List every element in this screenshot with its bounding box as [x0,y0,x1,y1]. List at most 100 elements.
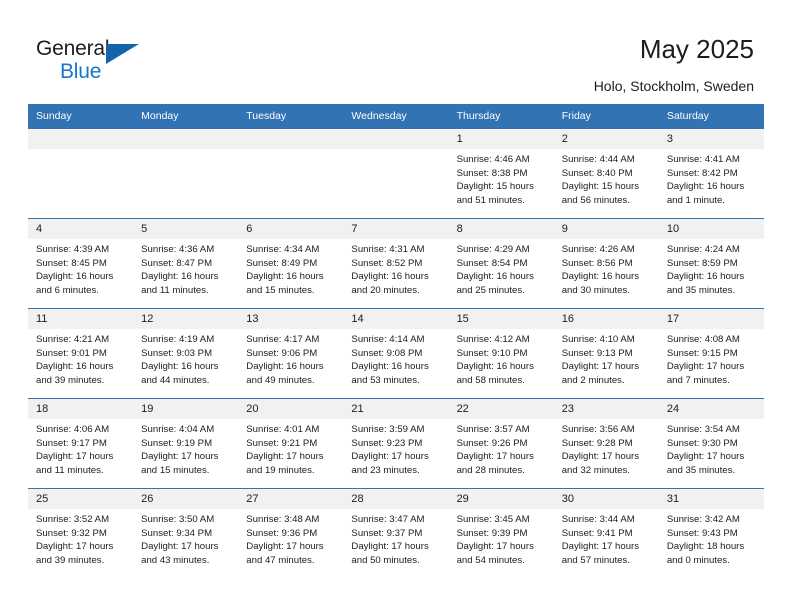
calendar-day-cell[interactable]: 18 Sunrise: 4:06 AM Sunset: 9:17 PM Dayligh… [28,398,134,489]
calendar-day-cell[interactable]: 17 Sunrise: 4:08 AM Sunset: 9:15 PM Dayligh… [658,308,764,399]
page-header: General Blue May 2025 Holo, Stockholm, S… [0,0,792,103]
logo-text-blue: Blue [60,60,102,83]
day-number: 8 [448,219,554,239]
day-detail-line: Daylight: 17 hours [561,451,640,463]
day-number: 18 [28,399,134,419]
day-detail-line: Sunrise: 4:46 AM [456,154,530,165]
calendar-day-cell[interactable]: 3 Sunrise: 4:41 AM Sunset: 8:42 PM Daylight… [658,128,764,219]
day-detail-line: Daylight: 17 hours [456,451,534,463]
day-detail-line: Daylight: 15 hours [456,181,534,193]
calendar-day-cell[interactable]: 1 Sunrise: 4:46 AM Sunset: 8:38 PM Daylight… [448,128,554,219]
day-detail-line: Sunset: 9:21 PM [246,437,318,449]
day-detail-line: and 1 minute. [666,194,725,206]
day-detail-line: Sunrise: 4:19 AM [141,334,215,345]
calendar-day-cell[interactable]: 15 Sunrise: 4:12 AM Sunset: 9:10 PM Dayligh… [448,308,554,399]
day-number: 26 [133,489,239,509]
sunrise-sunset-calendar: Sunday Monday Tuesday Wednesday Thursday Frid… [28,104,764,578]
day-number: 2 [553,129,659,149]
day-detail-line: Sunset: 9:19 PM [141,437,213,449]
calendar-day-cell[interactable]: 13 Sunrise: 4:17 AM Sunset: 9:06 PM Dayligh… [238,308,344,399]
calendar-day-cell[interactable]: 9 Sunrise: 4:26 AM Sunset: 8:56 PM Daylight… [553,218,659,309]
calendar-day-cell[interactable]: 21 Sunrise: 3:59 AM Sunset: 9:23 PM Dayligh… [343,398,449,489]
day-number: 15 [448,309,554,329]
day-detail-line: Daylight: 16 hours [666,271,745,283]
day-detail-line: Sunrise: 3:54 AM [666,424,740,435]
day-detail-line: Sunset: 8:42 PM [666,167,738,179]
calendar-day-cell[interactable]: 20 Sunrise: 4:01 AM Sunset: 9:21 PM Dayligh… [238,398,344,489]
day-detail-line: Sunset: 9:34 PM [141,527,213,539]
calendar-day-cell[interactable]: 25 Sunrise: 3:52 AM Sunset: 9:32 PM Dayligh… [28,488,134,578]
calendar-day-cell[interactable]: 24 Sunrise: 3:54 AM Sunset: 9:30 PM Dayligh… [658,398,764,489]
calendar-day-cell[interactable]: 19 Sunrise: 4:04 AM Sunset: 9:19 PM Dayligh… [133,398,239,489]
day-number: 10 [658,219,764,239]
day-number: 31 [658,489,764,509]
day-number: 13 [238,309,344,329]
day-detail-line: Daylight: 17 hours [456,541,534,553]
calendar-day-cell[interactable]: 5 Sunrise: 4:36 AM Sunset: 8:47 PM Daylight… [133,218,239,309]
calendar-day-cell[interactable]: 7 Sunrise: 4:31 AM Sunset: 8:52 PM Daylight… [343,218,449,309]
calendar-day-cell[interactable]: 12 Sunrise: 4:19 AM Sunset: 9:03 PM Dayligh… [133,308,239,399]
calendar-day-cell[interactable]: 10 Sunrise: 4:24 AM Sunset: 8:59 PM Dayligh… [658,218,764,309]
calendar-day-cell[interactable]: 6 Sunrise: 4:34 AM Sunset: 8:49 PM Daylight… [238,218,344,309]
calendar-day-cell[interactable]: 11 Sunrise: 4:21 AM Sunset: 9:01 PM Dayligh… [28,308,134,399]
day-detail-line: and 39 minutes. [36,374,105,386]
calendar-week-row: 4 Sunrise: 4:39 AM Sunset: 8:45 PM Daylight… [28,218,764,309]
calendar-day-cell-empty [238,128,344,219]
day-detail-line: Sunrise: 4:34 AM [246,244,320,255]
day-detail-line: Daylight: 17 hours [36,451,114,463]
day-number: 30 [553,489,659,509]
calendar-week-row: 1 Sunrise: 4:46 AM Sunset: 8:38 PM Daylight… [28,128,764,219]
calendar-day-cell[interactable]: 23 Sunrise: 3:56 AM Sunset: 9:28 PM Dayligh… [553,398,659,489]
weekday-header-friday: Friday [553,104,659,129]
day-number: 27 [238,489,344,509]
calendar-day-cell[interactable]: 8 Sunrise: 4:29 AM Sunset: 8:54 PM Daylight… [448,218,554,309]
day-details: Sunrise: 4:26 AM Sunset: 8:56 PM Daylight:… [554,239,659,297]
day-detail-line: and 58 minutes. [456,374,525,386]
day-detail-line: and 35 minutes. [666,464,736,476]
day-detail-line: and 47 minutes. [246,554,315,566]
weekday-header-thursday: Thursday [448,104,554,129]
day-detail-line: Sunset: 8:52 PM [351,257,423,269]
calendar-day-cell[interactable]: 14 Sunrise: 4:14 AM Sunset: 9:08 PM Dayligh… [343,308,449,399]
day-number [343,129,449,149]
calendar-day-cell[interactable]: 16 Sunrise: 4:10 AM Sunset: 9:13 PM Dayligh… [553,308,659,399]
day-detail-line: Daylight: 16 hours [141,361,219,373]
day-number: 25 [28,489,134,509]
day-number: 12 [133,309,239,329]
day-detail-line: Sunset: 9:06 PM [246,347,318,359]
calendar-day-cell[interactable]: 2 Sunrise: 4:44 AM Sunset: 8:40 PM Daylight… [553,128,659,219]
day-detail-line: Sunset: 9:08 PM [351,347,423,359]
calendar-body: 1 Sunrise: 4:46 AM Sunset: 8:38 PM Daylight… [28,128,764,578]
calendar-day-cell[interactable]: 28 Sunrise: 3:47 AM Sunset: 9:37 PM Dayligh… [343,488,449,578]
day-detail-line: Daylight: 16 hours [456,271,534,283]
calendar-day-cell[interactable]: 30 Sunrise: 3:44 AM Sunset: 9:41 PM Dayligh… [553,488,659,578]
day-detail-line: Daylight: 16 hours [246,361,324,373]
day-number: 17 [658,309,764,329]
day-details: Sunrise: 4:41 AM Sunset: 8:42 PM Daylight:… [659,149,764,207]
day-detail-line: and 49 minutes. [246,374,315,386]
day-detail-line: Sunrise: 4:01 AM [246,424,320,435]
day-detail-line: and 11 minutes. [141,284,209,296]
calendar-day-cell[interactable]: 27 Sunrise: 3:48 AM Sunset: 9:36 PM Dayligh… [238,488,344,578]
day-details: Sunrise: 3:47 AM Sunset: 9:37 PM Daylight:… [343,509,448,567]
day-details: Sunrise: 3:56 AM Sunset: 9:28 PM Daylight:… [554,419,659,477]
day-number: 3 [658,129,764,149]
day-detail-line: and 23 minutes. [351,464,420,476]
calendar-week-row: 25 Sunrise: 3:52 AM Sunset: 9:32 PM Dayligh… [28,488,764,578]
day-number: 29 [448,489,554,509]
day-detail-line: Sunrise: 4:36 AM [141,244,215,255]
day-details: Sunrise: 4:39 AM Sunset: 8:45 PM Daylight:… [28,239,133,297]
day-detail-line: Sunrise: 4:04 AM [141,424,215,435]
day-detail-line: Sunset: 9:41 PM [561,527,633,539]
day-detail-line: Sunrise: 3:47 AM [351,514,425,525]
calendar-day-cell[interactable]: 26 Sunrise: 3:50 AM Sunset: 9:34 PM Dayligh… [133,488,239,578]
calendar-header-row: Sunday Monday Tuesday Wednesday Thursday Frid… [28,104,764,129]
calendar-day-cell[interactable]: 22 Sunrise: 3:57 AM Sunset: 9:26 PM Dayligh… [448,398,554,489]
calendar-day-cell-empty [343,128,449,219]
calendar-day-cell[interactable]: 29 Sunrise: 3:45 AM Sunset: 9:39 PM Dayligh… [448,488,554,578]
day-detail-line: Sunset: 9:39 PM [456,527,528,539]
calendar-day-cell[interactable]: 4 Sunrise: 4:39 AM Sunset: 8:45 PM Daylight… [28,218,134,309]
day-detail-line: Sunrise: 3:56 AM [561,424,635,435]
calendar-day-cell[interactable]: 31 Sunrise: 3:42 AM Sunset: 9:43 PM Dayligh… [658,488,764,578]
day-detail-line: Sunset: 8:38 PM [456,167,528,179]
